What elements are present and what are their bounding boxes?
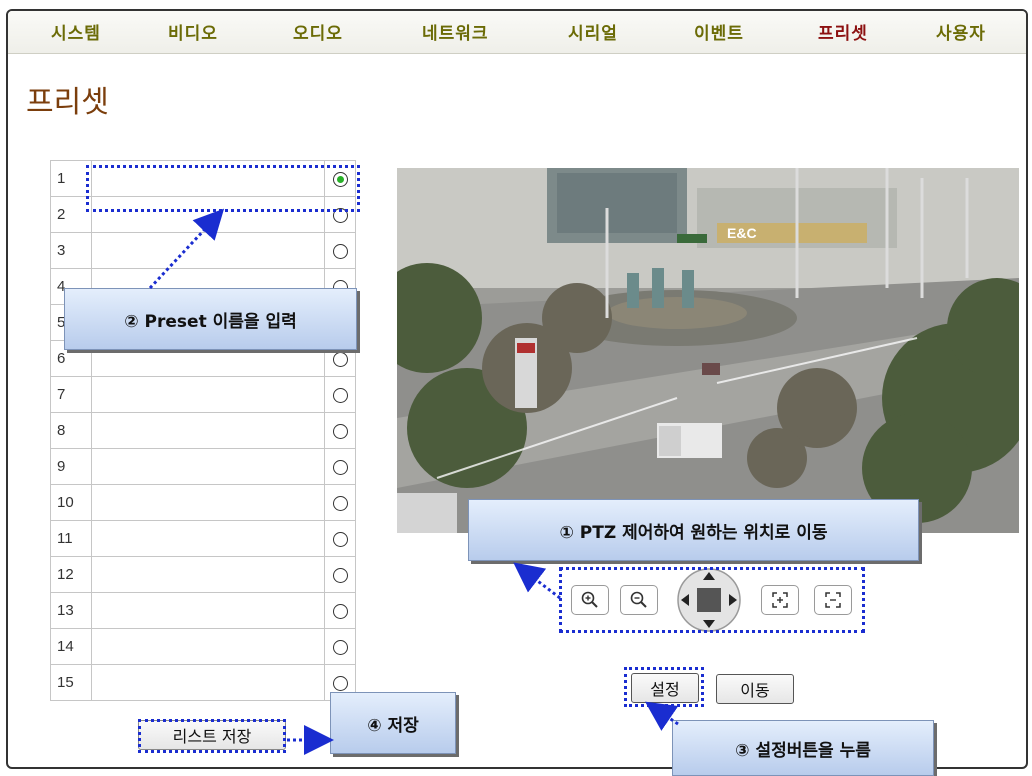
camera-scene-image: E&C — [397, 168, 1019, 533]
preset-row: 14 — [50, 628, 356, 665]
ptz-control-panel — [565, 567, 865, 633]
nav-system[interactable]: 시스템 — [51, 19, 101, 44]
preset-name-field[interactable] — [91, 412, 325, 449]
preset-radio[interactable] — [332, 675, 348, 691]
direction-pad-icon — [677, 568, 741, 632]
callout-step4: ④ 저장 — [330, 692, 456, 754]
page-title: 프리셋 — [26, 85, 109, 120]
preset-number: 3 — [50, 232, 92, 269]
move-button[interactable]: 이동 — [716, 674, 794, 704]
preset-name-field[interactable] — [91, 232, 325, 269]
preset-name-field[interactable] — [91, 196, 325, 233]
top-nav-bar: 시스템 비디오 오디오 네트워크 시리얼 이벤트 프리셋 사용자 — [8, 11, 1026, 54]
preset-name-field[interactable] — [91, 556, 325, 593]
preset-row: 12 — [50, 556, 356, 593]
preset-radio-cell — [324, 412, 356, 449]
preset-radio[interactable] — [332, 351, 348, 367]
preset-radio[interactable] — [332, 603, 348, 619]
preset-row: 11 — [50, 520, 356, 557]
focus-far-button[interactable] — [814, 585, 852, 615]
preset-radio[interactable] — [332, 387, 348, 403]
nav-video[interactable]: 비디오 — [168, 19, 218, 44]
zoom-in-icon — [581, 591, 598, 608]
preset-number: 1 — [50, 160, 92, 197]
nav-serial[interactable]: 시리얼 — [568, 19, 618, 44]
preset-radio-cell — [324, 520, 356, 557]
preset-row: 1 — [50, 160, 356, 197]
preset-radio-cell — [324, 232, 356, 269]
preset-number: 10 — [50, 484, 92, 521]
nav-event[interactable]: 이벤트 — [694, 19, 744, 44]
preset-radio-cell — [324, 376, 356, 413]
preset-radio-cell — [324, 628, 356, 665]
preset-name-field[interactable] — [91, 160, 325, 197]
preset-number: 8 — [50, 412, 92, 449]
preset-row: 15 — [50, 664, 356, 701]
focus-near-icon — [772, 592, 788, 608]
preset-number: 9 — [50, 448, 92, 485]
nav-audio[interactable]: 오디오 — [293, 19, 343, 44]
callout-step2: ② Preset 이름을 입력 — [64, 288, 357, 350]
preset-radio[interactable] — [332, 531, 348, 547]
preset-radio-cell — [324, 160, 356, 197]
preset-number: 13 — [50, 592, 92, 629]
building-sign-text: E&C — [727, 225, 757, 241]
nav-preset[interactable]: 프리셋 — [818, 19, 868, 44]
preset-row: 13 — [50, 592, 356, 629]
preset-radio-cell — [324, 196, 356, 233]
camera-live-view[interactable]: E&C — [397, 168, 1019, 533]
preset-number: 2 — [50, 196, 92, 233]
preset-name-field[interactable] — [91, 664, 325, 701]
preset-number: 15 — [50, 664, 92, 701]
preset-radio[interactable] — [332, 207, 348, 223]
callout-step1: ① PTZ 제어하여 원하는 위치로 이동 — [468, 499, 919, 561]
preset-name-field[interactable] — [91, 628, 325, 665]
zoom-out-icon — [630, 591, 647, 608]
preset-radio[interactable] — [332, 171, 348, 187]
preset-radio-cell — [324, 556, 356, 593]
set-button[interactable]: 설정 — [631, 673, 699, 703]
focus-near-button[interactable] — [761, 585, 799, 615]
zoom-out-button[interactable] — [620, 585, 658, 615]
nav-user[interactable]: 사용자 — [936, 19, 986, 44]
preset-row: 10 — [50, 484, 356, 521]
preset-row: 3 — [50, 232, 356, 269]
preset-number: 14 — [50, 628, 92, 665]
preset-name-field[interactable] — [91, 376, 325, 413]
preset-radio[interactable] — [332, 459, 348, 475]
callout-step3: ③ 설정버튼을 누름 — [672, 720, 934, 776]
preset-radio-cell — [324, 448, 356, 485]
preset-radio[interactable] — [332, 567, 348, 583]
save-list-button[interactable]: 리스트 저장 — [138, 720, 286, 750]
preset-row: 8 — [50, 412, 356, 449]
preset-radio-cell — [324, 592, 356, 629]
focus-far-icon — [825, 592, 841, 608]
preset-row: 9 — [50, 448, 356, 485]
preset-radio[interactable] — [332, 423, 348, 439]
preset-name-field[interactable] — [91, 484, 325, 521]
preset-name-field[interactable] — [91, 520, 325, 557]
preset-radio[interactable] — [332, 639, 348, 655]
preset-radio-cell — [324, 484, 356, 521]
preset-number: 7 — [50, 376, 92, 413]
preset-row: 7 — [50, 376, 356, 413]
preset-name-field[interactable] — [91, 592, 325, 629]
preset-list-table: 1 2 3 4 5 6 7 8 9 10 11 12 13 14 15 — [50, 160, 356, 701]
direction-pad[interactable] — [676, 567, 742, 633]
zoom-in-button[interactable] — [571, 585, 609, 615]
preset-radio[interactable] — [332, 243, 348, 259]
preset-radio[interactable] — [332, 495, 348, 511]
nav-network[interactable]: 네트워크 — [422, 19, 489, 44]
preset-name-field[interactable] — [91, 448, 325, 485]
preset-number: 11 — [50, 520, 92, 557]
preset-row: 2 — [50, 196, 356, 233]
preset-number: 12 — [50, 556, 92, 593]
